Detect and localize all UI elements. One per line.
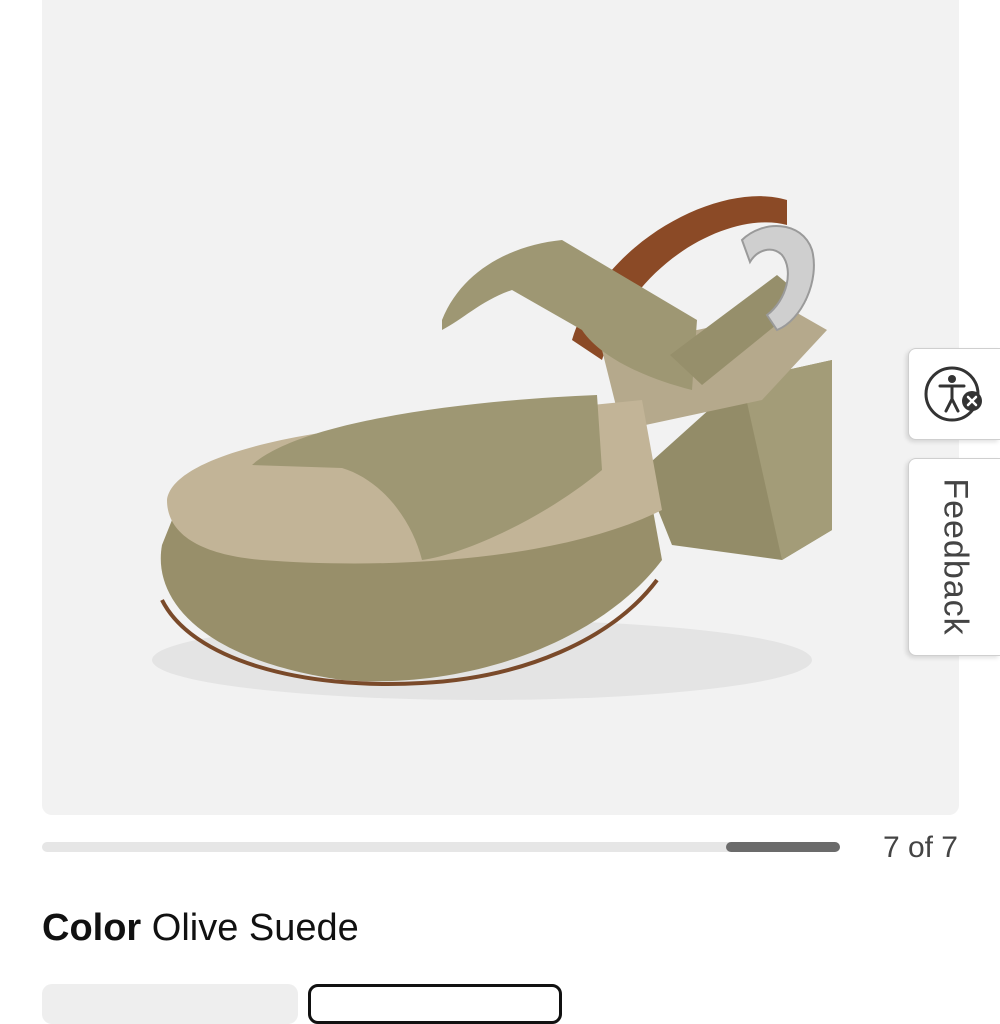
- accessibility-button[interactable]: [908, 348, 1000, 440]
- gallery-progress-thumb[interactable]: [726, 842, 840, 852]
- product-image-gallery[interactable]: [42, 0, 959, 815]
- color-swatch[interactable]: [42, 984, 298, 1024]
- color-label: Color: [42, 907, 142, 949]
- accessibility-icon: [924, 366, 982, 422]
- color-selection: Color Olive Suede: [42, 905, 359, 951]
- slide-counter: 7 of 7: [882, 831, 958, 864]
- feedback-button[interactable]: Feedback: [908, 458, 1000, 656]
- color-swatch-selected[interactable]: [308, 984, 562, 1024]
- color-value: Olive Suede: [151, 907, 359, 949]
- product-image: [152, 196, 832, 700]
- gallery-progress-bar[interactable]: [42, 842, 840, 852]
- feedback-label: Feedback: [936, 478, 974, 636]
